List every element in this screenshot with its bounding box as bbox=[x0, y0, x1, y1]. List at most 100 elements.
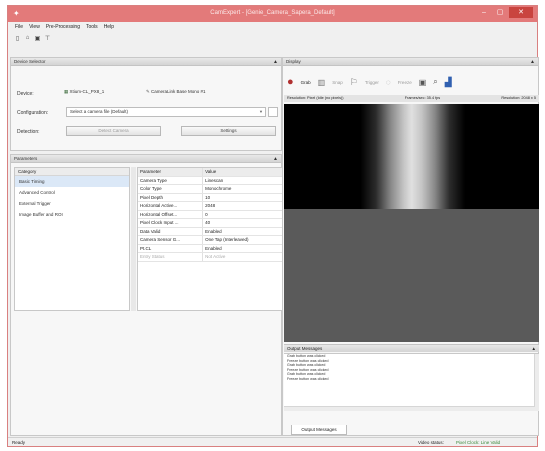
video-status-label: Video status: bbox=[418, 440, 444, 445]
histogram-icon[interactable]: ▟ bbox=[445, 77, 452, 88]
list-item: Freeze button was clicked bbox=[287, 376, 329, 381]
menu-bar: File View Pre-Processing Tools Help bbox=[8, 23, 537, 32]
param-name: Color Type bbox=[138, 185, 204, 193]
table-row[interactable]: Horizontal Active... 2048 bbox=[138, 202, 282, 211]
pin-icon[interactable]: ▲ bbox=[532, 345, 536, 353]
param-value[interactable]: Linescan bbox=[203, 177, 282, 185]
maximize-button[interactable]: ▢ bbox=[493, 7, 507, 18]
pin-icon[interactable]: ▲ bbox=[530, 58, 535, 66]
table-row[interactable]: Horizontal Offset... 0 bbox=[138, 210, 282, 219]
param-name: Pixel Depth bbox=[138, 193, 204, 201]
param-name: Horizontal Active... bbox=[138, 202, 204, 210]
configuration-value: Select a camera file (Default) bbox=[70, 109, 129, 114]
device2-value: CameraLink Base Mono #1 bbox=[151, 89, 206, 94]
param-value: Not Active bbox=[205, 254, 226, 259]
device-selector-title: Device Selector bbox=[14, 59, 46, 64]
pixel-info: Resolution: Pixel (Idle (no pixels)) bbox=[287, 96, 344, 100]
category-header: Category bbox=[15, 168, 129, 176]
detect-camera-button[interactable]: Detect Camera bbox=[66, 126, 161, 136]
output-messages-tab[interactable]: Output Messages bbox=[291, 425, 347, 435]
param-value[interactable]: 10 bbox=[203, 194, 282, 202]
pin-icon[interactable]: ▲ bbox=[273, 58, 278, 66]
display-toolbar: ● Grab ▥ Snap ⚐ Trigger ◌ Freeze ▣ ⌕ ▟ bbox=[287, 72, 535, 92]
camera-grab-icon[interactable]: ● bbox=[287, 76, 294, 88]
snap-button[interactable]: Snap bbox=[332, 80, 343, 85]
close-button[interactable]: ✕ bbox=[509, 7, 533, 18]
new-file-icon[interactable]: ▯ bbox=[14, 35, 21, 42]
param-value[interactable]: 40 bbox=[203, 219, 282, 227]
output-messages-title: Output Messages bbox=[287, 346, 323, 351]
param-value[interactable]: 2048 bbox=[203, 202, 282, 210]
category-basic-timing[interactable]: Basic Timing bbox=[15, 176, 129, 187]
param-name: Data Valid bbox=[138, 227, 204, 235]
param-value[interactable]: Monochrome bbox=[203, 185, 282, 193]
app-window: ✦ CamExpert - [Genie_Camera_Sapera_Defau… bbox=[7, 5, 539, 447]
param-value[interactable]: One Tap (Interleaved) bbox=[203, 236, 282, 244]
table-row[interactable]: Pixel Clock Input ... 40 bbox=[138, 219, 282, 228]
parameter-grid: Parameter Value Camera Type Linescan Colo… bbox=[137, 167, 283, 311]
frame-rate: Frames/sec: 35.4 fps bbox=[404, 96, 441, 100]
param-name: Pt.CL bbox=[138, 244, 204, 252]
horizontal-scrollbar[interactable] bbox=[284, 406, 539, 411]
settings-button[interactable]: Settings bbox=[181, 126, 276, 136]
display-header: Display ▲ bbox=[283, 58, 538, 66]
vertical-scrollbar[interactable] bbox=[534, 354, 539, 407]
save-image-icon[interactable]: ▣ bbox=[419, 78, 427, 87]
param-name: Pixel Clock Input ... bbox=[138, 219, 204, 227]
image-viewer[interactable] bbox=[284, 104, 539, 342]
splitter-handle[interactable] bbox=[131, 167, 136, 311]
open-folder-icon[interactable]: ⌂ bbox=[24, 35, 31, 41]
menu-help[interactable]: Help bbox=[104, 23, 114, 32]
configuration-label: Configuration: bbox=[17, 110, 49, 116]
parameters-title: Parameters bbox=[14, 156, 38, 161]
table-row[interactable]: Data Valid Enabled bbox=[138, 227, 282, 236]
pin-icon[interactable]: ▲ bbox=[273, 155, 278, 163]
menu-view[interactable]: View bbox=[29, 23, 40, 32]
video-status-value: Pixel Clock: Line Valid bbox=[456, 440, 501, 445]
param-name: Camera Sensor G... bbox=[138, 236, 204, 244]
zoom-icon[interactable]: ⌕ bbox=[433, 77, 437, 87]
table-row[interactable]: Color Type Monochrome bbox=[138, 185, 282, 194]
output-messages-tab-label: Output Messages bbox=[301, 427, 337, 432]
table-row[interactable]: Camera Type Linescan bbox=[138, 176, 282, 185]
table-row[interactable]: Camera Sensor G... One Tap (Interleaved) bbox=[138, 236, 282, 245]
freeze-button[interactable]: Freeze bbox=[398, 80, 412, 85]
configuration-dropdown[interactable]: Select a camera file (Default) ▼ bbox=[66, 107, 266, 117]
trigger-button[interactable]: Trigger bbox=[365, 80, 379, 85]
snap-icon[interactable]: ▥ bbox=[318, 78, 326, 87]
status-bar: Ready Video status: Pixel Clock: Line Va… bbox=[8, 437, 537, 446]
category-image-buffer-roi[interactable]: Image Buffer and ROI bbox=[15, 209, 129, 220]
device-dropdown[interactable]: ▦ Xtium-CL_PX8_1 bbox=[61, 88, 141, 98]
minimize-button[interactable]: – bbox=[477, 7, 491, 18]
display-info-bar: Resolution: Pixel (Idle (no pixels)) Fra… bbox=[284, 95, 539, 102]
param-value[interactable]: Enabled bbox=[203, 245, 282, 253]
param-value[interactable]: Enabled bbox=[203, 228, 282, 236]
device2-dropdown[interactable]: ✎ CameraLink Base Mono #1 bbox=[143, 88, 233, 98]
browse-button[interactable] bbox=[268, 107, 278, 117]
pin-icon[interactable]: ⊤ bbox=[44, 35, 51, 42]
device-selector-panel: Device Selector ▲ Device: ▦ Xtium-CL_PX8… bbox=[10, 57, 282, 151]
param-name: Entry Status bbox=[138, 253, 204, 261]
param-value[interactable]: 0 bbox=[203, 211, 282, 219]
table-row[interactable]: Pt.CL Enabled bbox=[138, 244, 282, 253]
output-messages-list[interactable]: Grab button was clicked Freeze button wa… bbox=[284, 353, 539, 411]
trigger-icon[interactable]: ⚐ bbox=[350, 77, 358, 88]
save-icon[interactable]: ▣ bbox=[34, 35, 41, 42]
grab-button[interactable]: Grab bbox=[301, 80, 311, 85]
menu-tools[interactable]: Tools bbox=[86, 23, 98, 32]
chevron-down-icon: ▼ bbox=[259, 109, 263, 114]
output-messages-header: Output Messages ▲ bbox=[284, 344, 539, 352]
category-advanced-control[interactable]: Advanced Control bbox=[15, 187, 129, 198]
main-toolbar: ▯ ⌂ ▣ ⊤ bbox=[8, 33, 537, 43]
table-row[interactable]: Entry Status Not Active bbox=[138, 253, 282, 262]
camera-frame-image bbox=[284, 104, 539, 209]
freeze-icon[interactable]: ◌ bbox=[386, 78, 391, 87]
resolution-info: Resolution: 2048 x 5 bbox=[501, 96, 536, 100]
device-selector-header: Device Selector ▲ bbox=[11, 58, 281, 66]
parameters-header: Parameters ▲ bbox=[11, 155, 281, 163]
category-external-trigger[interactable]: External Trigger bbox=[15, 198, 129, 209]
menu-pre-processing[interactable]: Pre-Processing bbox=[46, 23, 80, 32]
menu-file[interactable]: File bbox=[15, 23, 23, 32]
table-row[interactable]: Pixel Depth 10 bbox=[138, 193, 282, 202]
title-bar: ✦ CamExpert - [Genie_Camera_Sapera_Defau… bbox=[8, 6, 537, 22]
